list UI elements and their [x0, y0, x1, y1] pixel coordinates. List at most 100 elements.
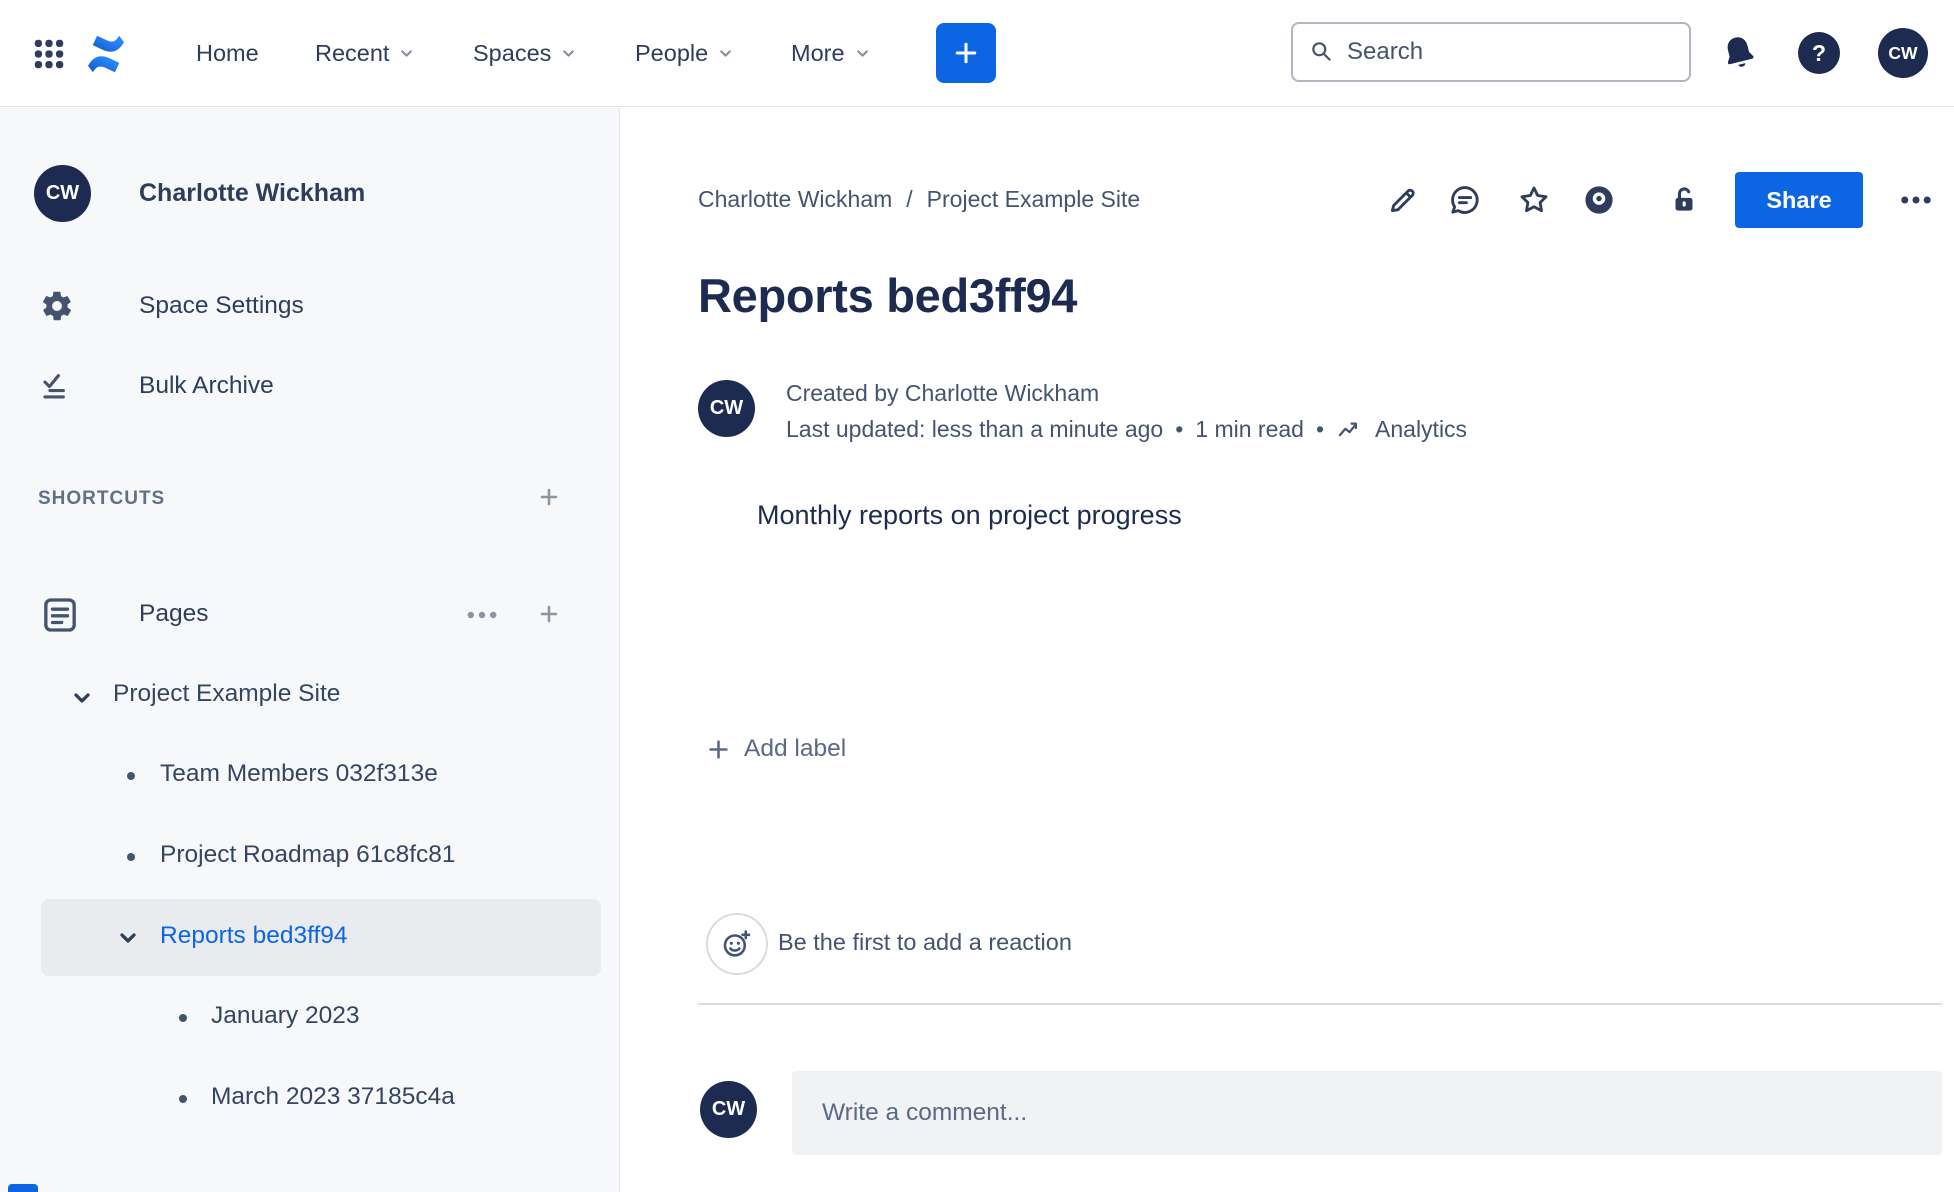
confluence-app: Home Recent Spaces People More Search ? … [0, 0, 1954, 1192]
plus-icon [540, 605, 558, 623]
restrictions-button[interactable] [1666, 182, 1702, 218]
avatar: CW [711, 1098, 746, 1120]
add-page-button[interactable] [534, 599, 564, 629]
shortcuts-heading: SHORTCUTS [38, 488, 166, 509]
chevron-down-icon[interactable] [116, 926, 140, 955]
search-icon [1312, 42, 1331, 61]
byline-read-time: 1 min read [1195, 416, 1304, 442]
tree-item-project-example-site[interactable]: Project Example Site [113, 680, 340, 708]
star-icon [1520, 186, 1548, 213]
add-label-text: Add label [744, 735, 847, 762]
top-navbar: Home Recent Spaces People More Search ? … [0, 0, 1954, 107]
add-label-button[interactable]: Add label [705, 735, 846, 763]
add-reaction-button[interactable] [706, 913, 768, 975]
tree-item-january-2023[interactable]: January 2023 [211, 1002, 359, 1030]
tree-item-project-roadmap[interactable]: Project Roadmap 61c8fc81 [160, 841, 456, 869]
bulk-archive-icon [40, 370, 74, 409]
pages-icon [40, 595, 80, 640]
floating-help-button-cutoff[interactable] [8, 1184, 38, 1192]
nav-people-label: People [635, 39, 709, 66]
plus-icon [709, 739, 728, 759]
app-switcher-button[interactable] [28, 33, 70, 75]
nav-more[interactable]: More [791, 0, 871, 106]
gear-icon [40, 289, 74, 328]
breadcrumb-space[interactable]: Charlotte Wickham [698, 186, 892, 213]
tree-item-reports-selected[interactable]: Reports bed3ff94 [41, 899, 601, 976]
edit-button[interactable] [1385, 182, 1421, 218]
pencil-icon [1390, 188, 1415, 213]
confluence-logo-icon [88, 35, 124, 73]
bullet-icon [179, 1014, 187, 1022]
analytics-chart-icon [1338, 422, 1358, 437]
comments-button[interactable] [1447, 182, 1483, 218]
space-avatar: CW [34, 165, 91, 222]
share-button-label: Share [1766, 186, 1832, 213]
byline-analytics[interactable]: Analytics [1375, 416, 1467, 443]
byline-created[interactable]: Created by Charlotte Wickham [786, 380, 1099, 407]
nav-recent[interactable]: Recent [315, 0, 415, 106]
comments-divider [698, 1003, 1942, 1005]
comment-placeholder: Write a comment... [822, 1099, 1028, 1126]
sidebar-item-bulk-archive[interactable]: Bulk Archive [139, 372, 274, 400]
emoji-add-icon [723, 930, 751, 957]
app-grid-icon [34, 39, 64, 69]
sidebar-item-pages[interactable]: Pages [139, 600, 208, 628]
avatar: CW [1888, 42, 1918, 63]
plus-icon [540, 488, 558, 506]
space-sidebar: CW Charlotte Wickham Space Settings Bulk… [0, 108, 620, 1192]
nav-recent-label: Recent [315, 39, 390, 66]
nav-more-label: More [791, 39, 845, 66]
watch-button[interactable] [1581, 182, 1617, 218]
space-name[interactable]: Charlotte Wickham [139, 179, 365, 208]
notifications-button[interactable] [1716, 30, 1762, 76]
favorite-button[interactable] [1516, 182, 1552, 218]
nav-spaces-label: Spaces [473, 39, 552, 66]
nav-home[interactable]: Home [196, 0, 259, 106]
byline-dot: • [1175, 416, 1184, 442]
unlock-icon [1675, 187, 1693, 211]
author-avatar[interactable]: CW [698, 380, 755, 437]
chevron-down-icon[interactable] [70, 686, 94, 715]
sidebar-item-space-settings[interactable]: Space Settings [139, 292, 304, 320]
ellipsis-icon [467, 611, 497, 619]
nav-spaces[interactable]: Spaces [473, 0, 577, 106]
breadcrumb-separator: / [906, 186, 913, 212]
reaction-prompt: Be the first to add a reaction [778, 929, 1072, 955]
breadcrumb: Charlotte Wickham / Project Example Site [698, 186, 1140, 213]
chevron-down-icon [401, 49, 413, 57]
eye-icon [1585, 186, 1613, 214]
nav-people[interactable]: People [635, 0, 734, 106]
help-button[interactable]: ? [1798, 32, 1840, 74]
add-shortcut-button[interactable] [534, 482, 564, 512]
bell-icon [1727, 37, 1754, 67]
profile-avatar-button[interactable]: CW [1878, 28, 1928, 78]
create-button[interactable] [936, 23, 996, 83]
byline-meta: Last updated: less than a minute ago • 1… [786, 416, 1467, 443]
byline-last-updated[interactable]: Last updated: less than a minute ago [786, 416, 1163, 443]
nav-home-label: Home [196, 39, 259, 66]
bullet-icon [127, 853, 135, 861]
tree-item-march-2023[interactable]: March 2023 37185c4a [211, 1083, 455, 1111]
page-more-button[interactable] [1894, 185, 1938, 215]
page-title: Reports bed3ff94 [698, 269, 1078, 322]
bullet-icon [179, 1095, 187, 1103]
search-input[interactable] [1347, 38, 1673, 66]
avatar: CW [45, 182, 80, 204]
share-button[interactable]: Share [1735, 172, 1863, 228]
page-body-text: Monthly reports on project progress [757, 500, 1182, 530]
plus-icon [955, 42, 977, 64]
commenter-avatar: CW [700, 1081, 757, 1138]
question-mark-icon: ? [1811, 39, 1827, 66]
comment-bubble-icon [1451, 186, 1479, 214]
tree-item-team-members[interactable]: Team Members 032f313e [160, 760, 438, 788]
tree-item-reports-label[interactable]: Reports bed3ff94 [160, 922, 348, 950]
chevron-down-icon [856, 49, 868, 57]
comment-input[interactable]: Write a comment... [792, 1071, 1942, 1155]
ellipsis-icon [1901, 196, 1931, 204]
confluence-logo[interactable] [80, 28, 132, 80]
breadcrumb-current[interactable]: Project Example Site [927, 186, 1140, 213]
global-search[interactable] [1291, 22, 1691, 82]
avatar: CW [709, 397, 744, 419]
pages-more-button[interactable] [460, 600, 504, 630]
bullet-icon [127, 772, 135, 780]
